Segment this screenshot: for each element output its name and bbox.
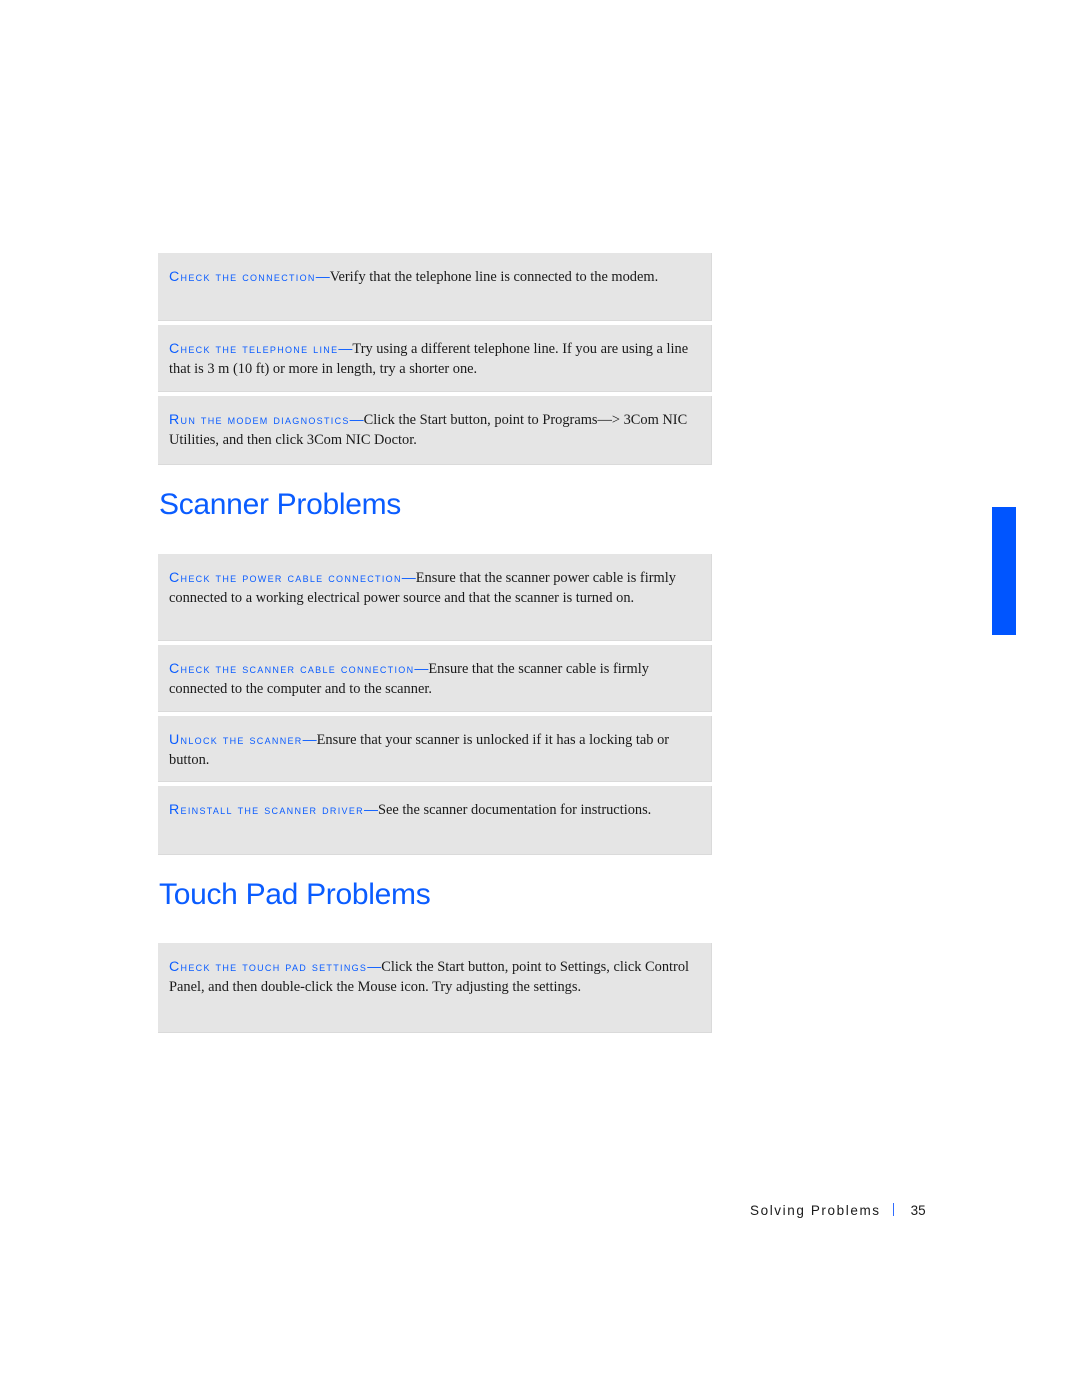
tip-lead: Check the touch pad settings [169, 959, 368, 975]
tip-check-scanner-cable: Check the scanner cable connection—Ensur… [158, 645, 712, 712]
tip-reinstall-scanner-driver: Reinstall the scanner driver—See the sca… [158, 786, 712, 855]
page-footer: Solving Problems 35 [750, 1203, 926, 1218]
section-heading-scanner-problems: Scanner Problems [159, 488, 401, 521]
tip-lead: Check the connection [169, 269, 316, 285]
tip-lead: Run the modem diagnostics [169, 412, 350, 428]
lead-separator: — [315, 268, 330, 284]
lead-separator: — [367, 958, 382, 974]
lead-separator: — [401, 569, 416, 585]
tip-lead: Check the scanner cable connection [169, 661, 415, 677]
chapter-thumb-tab [992, 507, 1016, 635]
tip-run-modem-diagnostics: Run the modem diagnostics—Click the Star… [158, 396, 712, 465]
tip-unlock-scanner: Unlock the scanner—Ensure that your scan… [158, 716, 712, 782]
footer-section-title: Solving Problems [750, 1203, 881, 1218]
lead-separator: — [302, 731, 317, 747]
lead-separator: — [414, 660, 429, 676]
lead-separator: — [363, 801, 378, 817]
tip-check-connection: Check the connection—Verify that the tel… [158, 253, 712, 321]
section-heading-touch-pad-problems: Touch Pad Problems [159, 878, 431, 911]
page-number: 35 [910, 1203, 926, 1218]
tip-lead: Check the power cable connection [169, 570, 402, 586]
tip-text: See the scanner documentation for instru… [377, 802, 652, 818]
tip-lead: Unlock the scanner [169, 732, 303, 748]
tip-lead: Check the telephone line [169, 341, 339, 357]
tip-text: Verify that the telephone line is connec… [329, 269, 659, 285]
footer-separator [892, 1203, 894, 1216]
tip-check-touch-pad-settings: Check the touch pad settings—Click the S… [158, 943, 712, 1033]
tip-lead: Reinstall the scanner driver [169, 802, 364, 818]
tip-check-telephone-line: Check the telephone line—Try using a dif… [158, 325, 712, 392]
lead-separator: — [338, 340, 353, 356]
tip-check-power-cable: Check the power cable connection—Ensure … [158, 554, 712, 641]
lead-separator: — [349, 411, 364, 427]
